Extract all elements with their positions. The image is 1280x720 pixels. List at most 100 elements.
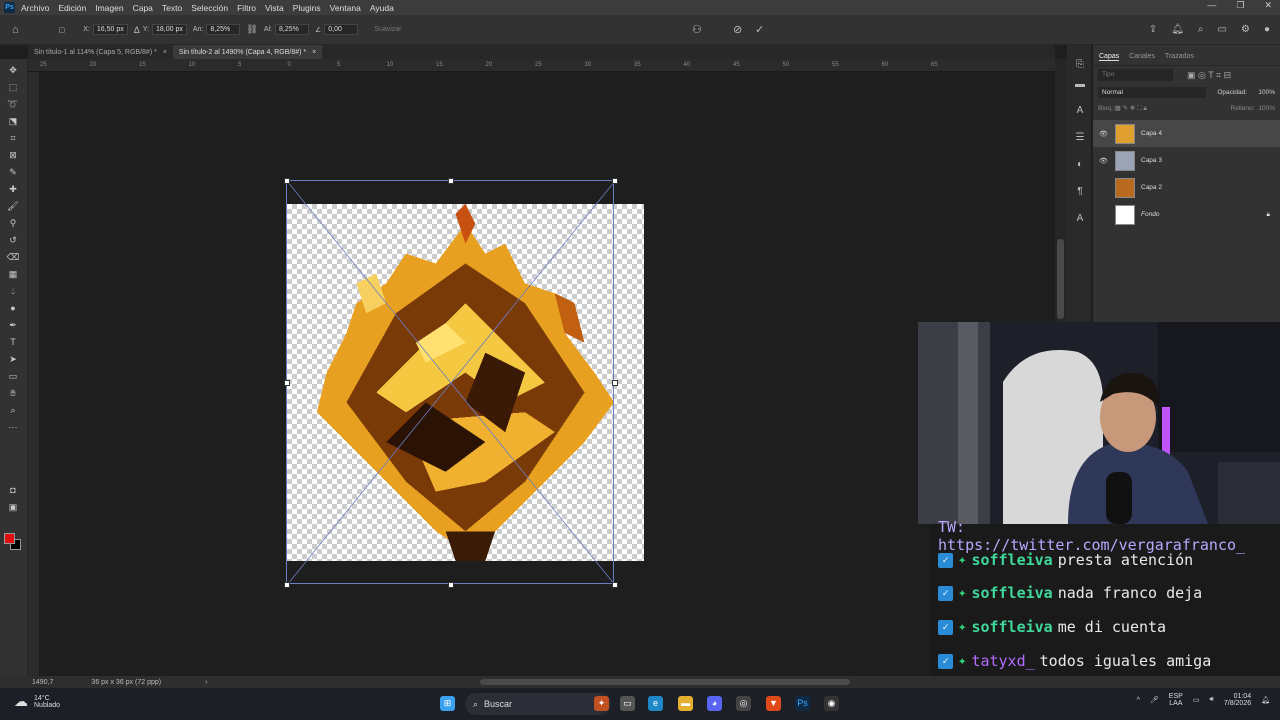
menu-ayuda[interactable]: Ayuda (370, 3, 394, 13)
canvas-area[interactable] (40, 72, 1055, 676)
smooth-label[interactable]: Suavizar (374, 26, 401, 33)
layer-row[interactable]: 👁︎ Capa 3 (1093, 147, 1280, 174)
share-icon[interactable]: ⇪ (1149, 24, 1157, 35)
opacity-value[interactable]: 100% (1258, 89, 1275, 96)
layer-filter-input[interactable]: Tipo (1098, 69, 1173, 81)
width-input[interactable]: 8,25% (206, 24, 241, 35)
history-panel-icon[interactable]: ⎘ (1074, 59, 1086, 71)
y-input[interactable]: 18,00 px (152, 24, 187, 35)
hand-tool-icon[interactable]: ✋︎ (6, 387, 20, 399)
lock-icons[interactable]: ▦ ✎ ✥ ⛶ 🔒︎ (1115, 104, 1147, 113)
link-icon[interactable]: ⛓ (246, 24, 257, 35)
edge-icon[interactable]: e (648, 696, 663, 711)
character-panel-icon[interactable]: A (1074, 105, 1086, 117)
copilot-icon[interactable]: ✦ (594, 696, 609, 711)
height-input[interactable]: 8,25% (275, 24, 309, 35)
path-select-icon[interactable]: ➤ (6, 353, 20, 365)
transform-handle-left[interactable] (284, 380, 290, 386)
eraser-tool-icon[interactable]: ⌫ (6, 251, 20, 263)
cancel-transform-icon[interactable]: ⊘ (733, 23, 742, 36)
transform-handle-top-left[interactable] (284, 178, 290, 184)
obs-icon[interactable]: ◉ (824, 696, 839, 711)
menu-texto[interactable]: Texto (162, 3, 182, 13)
menu-seleccion[interactable]: Selección (191, 3, 228, 13)
menu-filtro[interactable]: Filtro (237, 3, 256, 13)
tab-document-2[interactable]: Sin título-2 al 1490% (Capa 4, RGB/8#) *… (172, 45, 323, 59)
glyphs-panel-icon[interactable]: A (1074, 213, 1086, 225)
restore-icon[interactable]: ❐ (1236, 0, 1244, 11)
transform-handle-bottom[interactable] (448, 582, 454, 588)
transform-handle-right[interactable] (612, 380, 618, 386)
adjustments-panel-icon[interactable]: ☰ (1074, 132, 1086, 144)
frame-tool-icon[interactable]: ⊠ (6, 149, 20, 161)
menu-archivo[interactable]: Archivo (21, 3, 49, 13)
layer-row[interactable]: 👁︎ Capa 4 (1093, 120, 1280, 147)
task-view-icon[interactable]: ▭ (620, 696, 635, 711)
x-input[interactable]: 16,50 px (92, 24, 128, 35)
more-tools-icon[interactable]: ⋯ (6, 421, 20, 433)
screen-mode-icon[interactable]: ▣ (6, 501, 20, 513)
clock[interactable]: 01:04 7/8/2026 (1224, 693, 1251, 707)
windows-start-icon[interactable]: ⊞ (440, 696, 455, 711)
transform-handle-bottom-left[interactable] (284, 582, 290, 588)
close-icon[interactable]: × (163, 49, 167, 56)
transform-bounding-box[interactable] (284, 178, 618, 588)
search-icon[interactable]: ⌕ (1198, 24, 1204, 35)
history-brush-icon[interactable]: ↺ (6, 234, 20, 246)
commit-transform-icon[interactable]: ✓ (755, 23, 764, 36)
file-explorer-icon[interactable]: ▬ (678, 696, 693, 711)
discord-icon[interactable]: ◕ (707, 696, 722, 711)
app-icon[interactable]: ◎ (736, 696, 751, 711)
zoom-level[interactable]: 1490,7 (32, 679, 53, 686)
menu-ventana[interactable]: Ventana (330, 3, 361, 13)
clone-stamp-icon[interactable]: ⚲ (6, 217, 20, 229)
foreground-color-swatch[interactable] (4, 533, 15, 544)
close-icon[interactable]: × (312, 49, 316, 56)
warp-icon[interactable]: ⚇ (692, 23, 702, 36)
notifications-icon[interactable]: 🔔︎ (1261, 696, 1270, 704)
visibility-eye-icon[interactable]: 👁︎ (1099, 130, 1111, 138)
fill-value[interactable]: 100% (1258, 105, 1275, 112)
type-tool-icon[interactable]: T (6, 336, 20, 348)
tab-capas[interactable]: Capas (1099, 53, 1120, 61)
angle-input[interactable]: 0,00 (324, 24, 359, 35)
move-tool-icon[interactable]: ✥ (6, 64, 20, 76)
horizontal-scroll-thumb[interactable] (480, 679, 850, 685)
marquee-tool-icon[interactable]: ⬚ (6, 81, 20, 93)
tab-document-1[interactable]: Sin título-1 al 114% (Capa 5, RGB/8#) * … (28, 45, 173, 59)
brave-icon[interactable]: ▼ (766, 696, 781, 711)
quick-mask-icon[interactable]: ◘ (6, 484, 20, 496)
layer-row[interactable]: Fondo 🔒︎ (1093, 201, 1280, 228)
blur-tool-icon[interactable]: 💧︎ (6, 285, 20, 297)
photoshop-taskbar-icon[interactable]: Ps (795, 696, 810, 711)
workspace-icon[interactable]: ▭ (1218, 24, 1227, 35)
photoshop-logo-icon[interactable]: Ps (4, 2, 15, 13)
bell-icon[interactable]: 🔔︎ (1171, 24, 1184, 35)
volume-icon[interactable]: 🔊︎ (1209, 696, 1213, 704)
status-arrow-icon[interactable]: › (205, 679, 207, 686)
filter-icons[interactable]: ▣ ◎ T ⌗ ⊟ (1187, 70, 1231, 81)
transform-handle-top-right[interactable] (612, 178, 618, 184)
brush-tool-icon[interactable]: 🖌︎ (6, 200, 20, 212)
pen-tool-icon[interactable]: ✒ (6, 319, 20, 331)
menu-plugins[interactable]: Plugins (293, 3, 321, 13)
settings-icon[interactable]: ⚙ (1241, 24, 1250, 35)
minimize-icon[interactable]: — (1207, 0, 1216, 11)
eyedropper-tool-icon[interactable]: ✎ (6, 166, 20, 178)
object-select-tool-icon[interactable]: ⬔ (6, 115, 20, 127)
menu-imagen[interactable]: Imagen (95, 3, 123, 13)
color-panel-icon[interactable]: ◐ (1074, 159, 1086, 171)
taskbar-search[interactable]: ⌕ Buscar (465, 693, 611, 715)
blend-mode-select[interactable]: Normal (1098, 86, 1206, 98)
paragraph-panel-icon[interactable]: ¶ (1074, 186, 1086, 198)
home-icon[interactable]: ⌂ (12, 24, 19, 36)
healing-brush-icon[interactable]: ✚ (6, 183, 20, 195)
comments-panel-icon[interactable]: ▬ (1074, 79, 1086, 91)
weather-widget[interactable]: ☁ 14°C Nublado (14, 693, 60, 710)
menu-vista[interactable]: Vista (265, 3, 284, 13)
network-icon[interactable]: ▭ (1193, 696, 1200, 704)
visibility-eye-icon[interactable]: 👁︎ (1099, 157, 1111, 165)
transform-handle-top[interactable] (448, 178, 454, 184)
lasso-tool-icon[interactable]: ➰ (6, 98, 20, 110)
tab-trazados[interactable]: Trazados (1165, 53, 1194, 61)
